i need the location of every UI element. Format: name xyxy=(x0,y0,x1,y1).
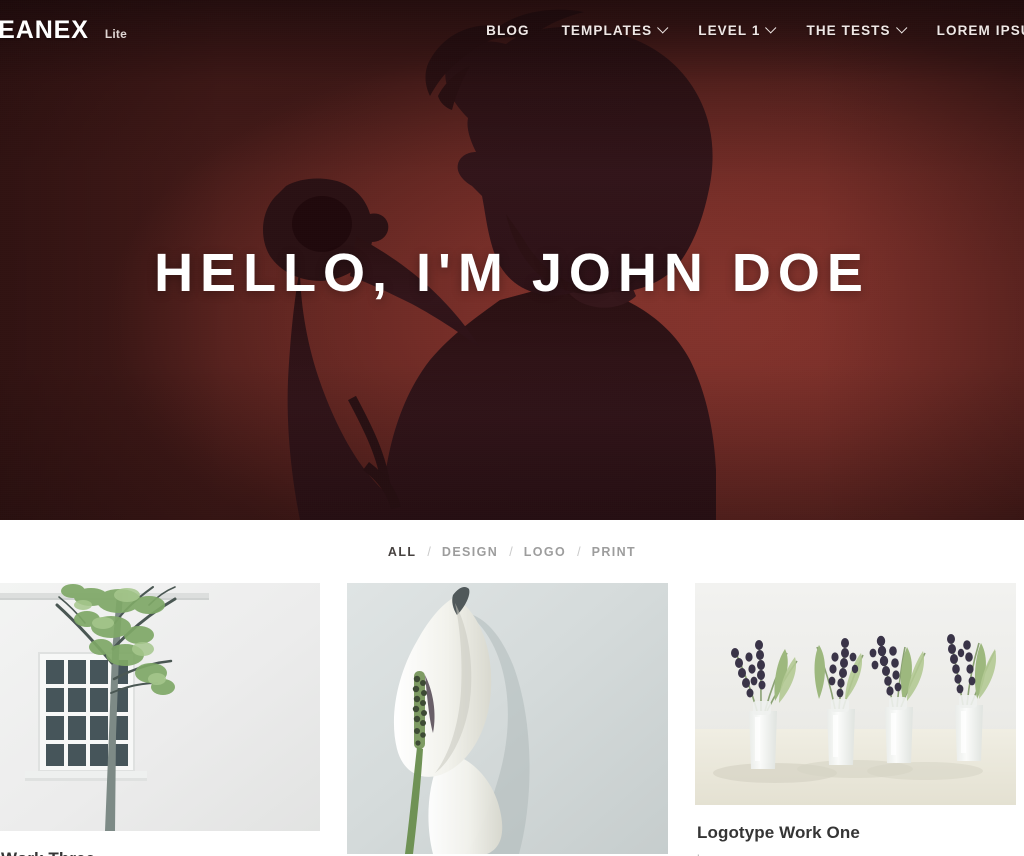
hero-title: HELLO, I'M JOHN DOE xyxy=(154,243,870,303)
portfolio-item[interactable]: Work Three xyxy=(0,583,320,856)
portfolio-filter-bar: ALL / DESIGN / LOGO / PRINT xyxy=(0,520,1024,583)
nav-label: LEVEL 1 xyxy=(698,22,761,38)
nav-item-lorem-ipsum[interactable]: LOREM IPSUM xyxy=(921,23,1024,38)
tree-wall-photo xyxy=(0,583,320,831)
nav-label: BLOG xyxy=(486,22,530,38)
main-navigation: BLOG TEMPLATES LEVEL 1 THE TESTS LOREM I… xyxy=(470,22,1024,38)
filter-logo[interactable]: LOGO xyxy=(522,545,568,559)
nav-item-level-1[interactable]: LEVEL 1 xyxy=(682,22,790,38)
brand-logo[interactable]: LEANEX Lite xyxy=(0,15,127,44)
portfolio-caption: Work Three xyxy=(0,831,320,856)
filter-separator: / xyxy=(427,544,431,559)
portfolio-section: ALL / DESIGN / LOGO / PRINT Logotype Wor… xyxy=(0,520,1024,856)
lavender-bottles-photo xyxy=(695,583,1016,805)
nav-item-templates[interactable]: TEMPLATES xyxy=(546,22,683,38)
brand-badge: Lite xyxy=(104,26,127,41)
portfolio-thumbnail-tree[interactable] xyxy=(0,583,320,831)
portfolio-grid: Work Three xyxy=(0,583,1024,856)
peace-lily-photo xyxy=(347,583,668,854)
portfolio-item[interactable]: Logotype Work One logo xyxy=(695,583,1016,856)
portfolio-item-title: Work Three xyxy=(1,849,318,856)
nav-label: TEMPLATES xyxy=(561,22,653,38)
filter-print[interactable]: PRINT xyxy=(590,545,639,559)
brand-name: LEANEX xyxy=(0,15,89,44)
site-header: LEANEX Lite BLOG TEMPLATES LEVEL 1 THE T… xyxy=(0,0,1024,60)
hero-section: LEANEX Lite BLOG TEMPLATES LEVEL 1 THE T… xyxy=(0,0,1024,520)
portfolio-item[interactable] xyxy=(347,583,668,856)
chevron-down-icon xyxy=(657,22,669,34)
filter-design[interactable]: DESIGN xyxy=(440,545,500,559)
portfolio-item-tag: logo xyxy=(697,852,1014,856)
nav-label: THE TESTS xyxy=(806,22,891,38)
chevron-down-icon xyxy=(765,22,777,34)
filter-all[interactable]: ALL xyxy=(386,545,419,559)
chevron-down-icon xyxy=(895,22,908,34)
portfolio-thumbnail-bottles[interactable] xyxy=(695,583,1016,805)
portfolio-caption: Logotype Work One logo xyxy=(695,805,1016,856)
nav-item-the-tests[interactable]: THE TESTS xyxy=(790,22,920,38)
filter-separator: / xyxy=(509,544,513,559)
portfolio-thumbnail-flower[interactable] xyxy=(347,583,668,854)
nav-item-blog[interactable]: BLOG xyxy=(470,23,545,38)
nav-label: LOREM IPSUM xyxy=(936,22,1024,38)
portfolio-item-title: Logotype Work One xyxy=(697,823,860,842)
filter-separator: / xyxy=(577,544,581,559)
